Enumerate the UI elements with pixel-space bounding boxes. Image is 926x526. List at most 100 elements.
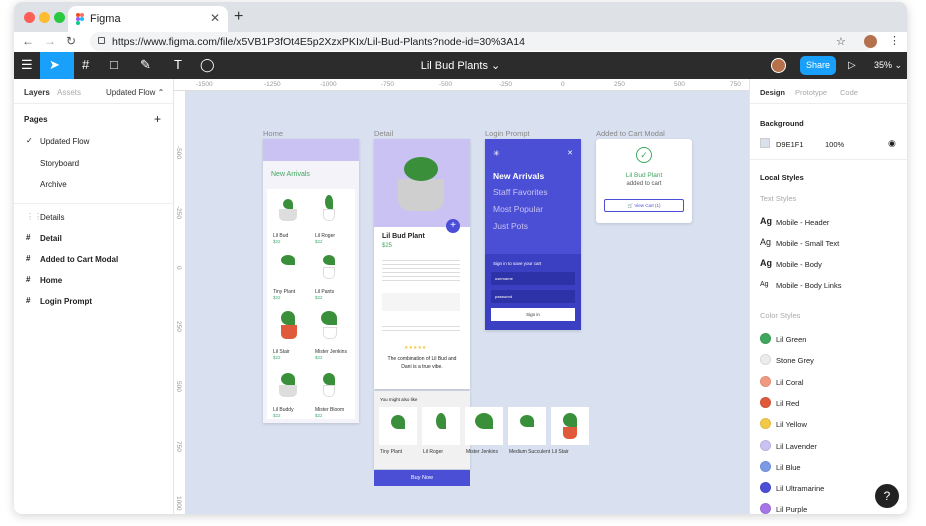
home-frame[interactable]: New Arrivals Lil Bud $22 Lil Roger $22 T… xyxy=(263,139,359,423)
might-like-label: You might also like xyxy=(380,397,418,402)
profile-avatar[interactable] xyxy=(864,35,877,48)
text-style-icon: Ag xyxy=(760,216,772,226)
layer-item-login-prompt[interactable]: # Login Prompt xyxy=(14,296,174,308)
modal-title: Lil Bud Plant xyxy=(625,172,663,179)
product-image xyxy=(323,209,335,221)
menu-item[interactable]: Most Popular xyxy=(493,204,543,214)
product-price: $22 xyxy=(315,355,323,360)
present-play-icon[interactable]: ▷ xyxy=(848,60,856,71)
tab-prototype[interactable]: Prototype xyxy=(795,88,827,97)
layer-item-detail[interactable]: # Detail xyxy=(14,233,174,245)
design-panel: Design Prototype Code Background D9E1F1 … xyxy=(749,79,907,514)
minimize-window-dot[interactable] xyxy=(39,12,50,23)
frame-label-detail[interactable]: Detail xyxy=(374,129,393,138)
color-style-item[interactable]: Lil Green xyxy=(750,333,907,345)
bookmark-star-icon[interactable]: ☆ xyxy=(836,35,846,48)
maximize-window-dot[interactable] xyxy=(54,12,65,23)
ruler-tick: 250 xyxy=(175,321,182,332)
background-hex[interactable]: D9E1F1 xyxy=(776,140,804,149)
plant-leaf xyxy=(404,157,438,181)
color-style-item[interactable]: Lil Yellow xyxy=(750,418,907,430)
figma-logo-icon xyxy=(76,13,84,25)
canvas[interactable]: -1500 -1250 -1000 -750 -500 -250 0 250 5… xyxy=(174,79,749,514)
related-name: Medium Succulent xyxy=(509,449,551,455)
page-item-storyboard[interactable]: Storyboard xyxy=(40,159,79,168)
text-style-icon: Ag xyxy=(760,258,772,268)
back-icon[interactable]: ← xyxy=(22,34,34,48)
menu-item[interactable]: New Arrivals xyxy=(493,171,544,181)
close-tab-icon[interactable]: ✕ xyxy=(210,11,220,25)
product-image xyxy=(279,385,297,397)
username-field[interactable]: username xyxy=(491,272,575,285)
view-cart-button[interactable]: 🛒 View Cart (1) xyxy=(604,199,684,212)
care-icons xyxy=(382,293,460,311)
tab-code[interactable]: Code xyxy=(840,88,858,97)
color-style-item[interactable]: Lil Lavender xyxy=(750,439,907,452)
color-swatch xyxy=(760,333,771,344)
sign-in-button[interactable]: Sign in xyxy=(491,308,575,321)
browser-tab-bar: Figma ✕ + xyxy=(14,2,907,32)
related-card[interactable] xyxy=(508,407,546,445)
related-name: Lil Stair xyxy=(552,449,569,455)
product-price: $22 xyxy=(273,295,281,300)
plant-leaf xyxy=(391,415,405,429)
background-swatch[interactable] xyxy=(760,138,770,148)
page-item-archive[interactable]: Archive xyxy=(40,180,67,189)
related-card[interactable] xyxy=(422,407,460,445)
color-style-item[interactable]: Stone Grey xyxy=(750,354,907,366)
add-page-icon[interactable]: + xyxy=(154,112,161,126)
background-opacity[interactable]: 100% xyxy=(825,140,844,149)
detail-frame[interactable]: + Lil Bud Plant $25 ★★★★★ The combinatio… xyxy=(374,139,470,389)
page-item-updated-flow[interactable]: ✓ Updated Flow xyxy=(14,136,174,148)
frame-label-login[interactable]: Login Prompt xyxy=(485,129,530,138)
browser-tab[interactable]: Figma ✕ xyxy=(68,6,228,32)
browser-menu-icon[interactable]: ⋮ xyxy=(889,34,900,47)
reload-icon[interactable]: ↻ xyxy=(66,34,76,48)
password-field[interactable]: password xyxy=(491,290,575,303)
text-style-item[interactable]: Ag Mobile - Small Text xyxy=(760,237,900,249)
frame-label-home[interactable]: Home xyxy=(263,129,283,138)
ruler-tick: 750 xyxy=(730,81,741,88)
tab-assets[interactable]: Assets xyxy=(57,88,81,97)
share-button[interactable]: Share xyxy=(800,56,836,75)
color-styles-header: Color Styles xyxy=(760,311,801,320)
user-avatar[interactable] xyxy=(771,58,786,73)
plant-leaf xyxy=(323,373,335,385)
layer-item-details[interactable]: ⋮⋮ Details xyxy=(14,212,174,224)
layer-item-home[interactable]: # Home xyxy=(14,275,174,287)
add-to-cart-icon[interactable]: + xyxy=(446,219,460,233)
ruler-tick: 250 xyxy=(614,81,625,88)
text-style-item[interactable]: Ag Mobile - Body xyxy=(760,258,900,270)
related-card[interactable] xyxy=(379,407,417,445)
url-field[interactable]: https://www.figma.com/file/x5VB1P3fOt4E5… xyxy=(90,32,874,51)
color-style-item[interactable]: Lil Red xyxy=(750,396,907,409)
layer-label: Detail xyxy=(40,234,62,243)
color-style-item[interactable]: Lil Blue xyxy=(750,460,907,473)
buy-now-button[interactable]: Buy Now xyxy=(374,470,470,486)
modal-subtitle: added to cart xyxy=(626,181,662,187)
menu-item[interactable]: Just Pots xyxy=(493,221,528,231)
tab-layers[interactable]: Layers xyxy=(24,88,50,97)
added-to-cart-modal[interactable]: ✓ Lil Bud Plant added to cart 🛒 View Car… xyxy=(596,139,692,223)
help-button[interactable]: ? xyxy=(875,484,899,508)
color-style-item[interactable]: Lil Coral xyxy=(750,375,907,388)
new-tab-button[interactable]: + xyxy=(234,8,243,26)
layer-item-added-to-cart-modal[interactable]: # Added to Cart Modal xyxy=(14,254,174,266)
close-icon[interactable]: ✕ xyxy=(567,149,573,157)
menu-item[interactable]: Staff Favorites xyxy=(493,187,548,197)
page-selector[interactable]: Updated Flow ⌃ xyxy=(106,88,164,97)
sign-in-prompt: Sign in to save your cart xyxy=(493,261,542,266)
related-card[interactable] xyxy=(551,407,589,445)
frame-label-modal[interactable]: Added to Cart Modal xyxy=(596,129,665,138)
close-window-dot[interactable] xyxy=(24,12,35,23)
zoom-level[interactable]: 35% ⌄ xyxy=(874,60,902,71)
login-frame[interactable]: ✳ ✕ New Arrivals Staff Favorites Most Po… xyxy=(485,139,581,330)
forward-icon[interactable]: → xyxy=(44,34,56,48)
eye-icon[interactable]: ◉ xyxy=(888,138,896,149)
related-card[interactable] xyxy=(465,407,503,445)
color-swatch xyxy=(760,482,771,494)
text-style-item[interactable]: Ag Mobile - Header xyxy=(760,216,900,228)
plant-leaf xyxy=(520,415,534,427)
tab-design[interactable]: Design xyxy=(760,88,785,97)
text-style-item[interactable]: Ag Mobile - Body Links xyxy=(760,279,900,291)
